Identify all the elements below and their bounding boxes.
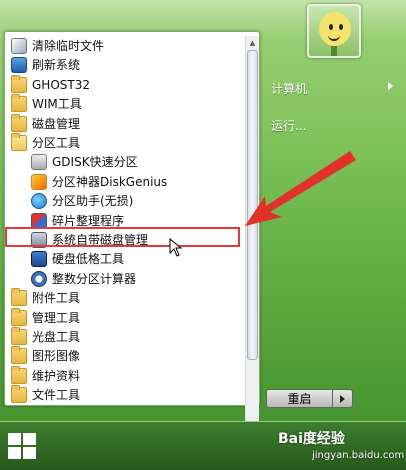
menu-item-label: 管理工具 bbox=[32, 311, 81, 325]
watermark-url: jingyan.baidu.com bbox=[312, 450, 405, 461]
broom-icon bbox=[11, 37, 27, 54]
menu-item[interactable]: 维护资料 bbox=[5, 365, 243, 385]
menu-item-label: 分区工具 bbox=[32, 136, 81, 150]
menu-item-label: 维护资料 bbox=[32, 369, 81, 383]
menu-item[interactable]: GDISK快速分区 bbox=[5, 152, 243, 171]
computer-item[interactable]: 计算机 bbox=[271, 80, 307, 97]
mouse-cursor-icon bbox=[169, 238, 183, 257]
avatar-eye-left bbox=[329, 24, 333, 30]
folder-icon bbox=[11, 74, 27, 93]
windows-logo-icon bbox=[8, 433, 21, 445]
menu-item[interactable]: 附件工具 bbox=[5, 287, 243, 307]
partition-assistant-icon bbox=[31, 192, 47, 209]
windows-logo-tile bbox=[8, 447, 21, 459]
calculator-icon bbox=[31, 270, 47, 287]
menu-item[interactable]: 分区工具 bbox=[5, 132, 243, 152]
taskbar: Bai度经验 jingyan.baidu.com bbox=[0, 421, 406, 470]
menu-scrollbar[interactable]: ▲ ▼ bbox=[245, 36, 259, 432]
defrag-icon bbox=[31, 212, 47, 229]
diskgenius-icon bbox=[31, 173, 47, 190]
menu-item[interactable]: 系统自带磁盘管理 bbox=[5, 230, 243, 249]
power-options-arrow-button[interactable] bbox=[333, 389, 353, 408]
avatar-eye-right bbox=[339, 24, 343, 30]
refresh-icon bbox=[11, 56, 27, 73]
run-item[interactable]: 运行... bbox=[271, 117, 306, 134]
menu-item-label: 系统自带磁盘管理 bbox=[52, 233, 149, 247]
menu-item[interactable]: 磁盘管理 bbox=[5, 113, 243, 133]
menu-item-label: GDISK快速分区 bbox=[52, 155, 138, 169]
watermark-text: Bai度经验 bbox=[278, 431, 345, 447]
menu-item-label: 附件工具 bbox=[32, 291, 81, 305]
folder-icon bbox=[11, 287, 27, 306]
windows-logo-tile bbox=[23, 433, 36, 445]
menu-item-label: 清除临时文件 bbox=[32, 39, 105, 53]
menu-item-label: 硬盘低格工具 bbox=[52, 252, 125, 266]
menu-item-label: 光盘工具 bbox=[32, 330, 81, 344]
menu-item[interactable]: WIM工具 bbox=[5, 93, 243, 113]
computer-submenu-arrow-icon[interactable] bbox=[388, 82, 393, 90]
menu-item-label: 图形图像 bbox=[32, 349, 81, 363]
scroll-thumb[interactable] bbox=[247, 50, 258, 360]
menu-item-label: WIM工具 bbox=[32, 97, 82, 111]
menu-item[interactable]: GHOST32 bbox=[5, 74, 243, 94]
menu-item-label: 分区助手(无损) bbox=[52, 194, 134, 208]
menu-item[interactable]: 光盘工具 bbox=[5, 326, 243, 346]
low-format-icon bbox=[31, 250, 47, 267]
folder-icon bbox=[11, 365, 27, 384]
folder-icon bbox=[11, 326, 27, 345]
menu-item[interactable]: 文件工具 bbox=[5, 384, 243, 404]
folder-icon bbox=[11, 93, 27, 112]
folder-icon bbox=[11, 113, 27, 132]
annotation-arrow-shape bbox=[245, 151, 356, 226]
menu-item-label: 碎片整理程序 bbox=[52, 214, 125, 228]
user-avatar[interactable] bbox=[307, 4, 361, 58]
disk-management-icon bbox=[31, 231, 47, 248]
menu-item[interactable]: 分区神器DiskGenius bbox=[5, 172, 243, 191]
menu-item-label: 磁盘管理 bbox=[32, 117, 81, 131]
menu-item-label: GHOST32 bbox=[32, 77, 90, 92]
menu-item[interactable]: 碎片整理程序 bbox=[5, 211, 243, 230]
power-options-arrow-icon bbox=[340, 394, 345, 403]
menu-item-label: 文件工具 bbox=[32, 388, 81, 402]
menu-item-label: 分区神器DiskGenius bbox=[52, 175, 168, 189]
start-button[interactable] bbox=[6, 431, 40, 461]
menu-item-label: 刷新系统 bbox=[32, 58, 81, 72]
menu-item[interactable]: 分区助手(无损) bbox=[5, 191, 243, 210]
windows-logo-tile bbox=[23, 447, 36, 459]
avatar-stem bbox=[331, 46, 337, 56]
menu-item[interactable]: 清除临时文件 bbox=[5, 36, 243, 55]
folder-icon bbox=[11, 384, 27, 403]
folder-icon bbox=[11, 345, 27, 364]
folder-icon bbox=[11, 307, 27, 326]
menu-item[interactable]: 图形图像 bbox=[5, 345, 243, 365]
scroll-up-arrow-icon[interactable]: ▲ bbox=[246, 36, 259, 49]
menu-item[interactable]: 硬盘低格工具 bbox=[5, 249, 243, 268]
programs-menu-pane: 清除临时文件 刷新系统 GHOST32 WIM工具 磁盘管理 分区工具 GDISK快速分区分… bbox=[4, 31, 260, 432]
restart-button[interactable]: 重启 bbox=[266, 389, 333, 408]
menu-item-label: 整数分区计算器 bbox=[52, 272, 137, 286]
menu-item[interactable]: 刷新系统 bbox=[5, 55, 243, 74]
menu-item[interactable]: 管理工具 bbox=[5, 307, 243, 327]
folder-open-icon bbox=[11, 132, 27, 151]
menu-item[interactable]: 整数分区计算器 bbox=[5, 269, 243, 288]
gdisk-icon bbox=[31, 153, 47, 170]
